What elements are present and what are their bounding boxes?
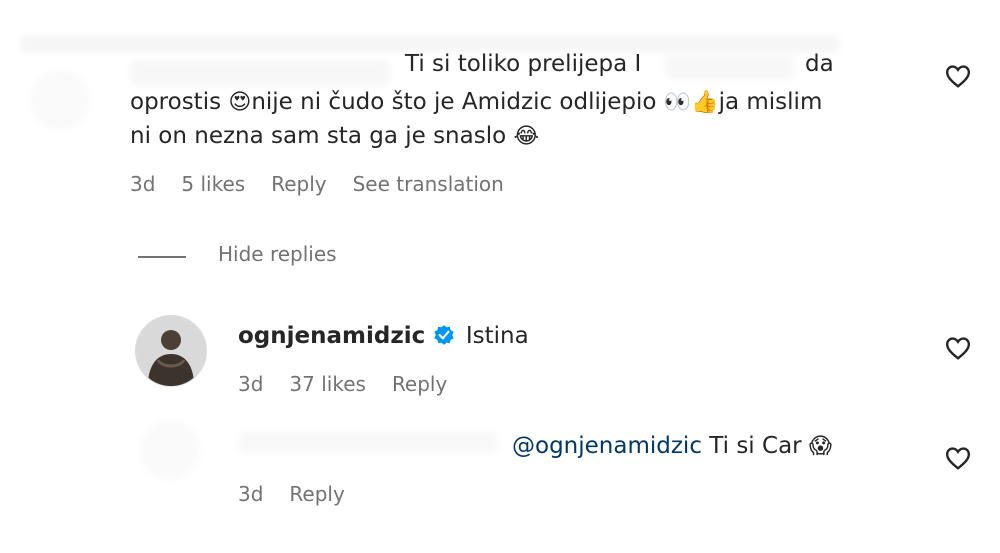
comment-1-line-2: oprostis 😍nije ni čudo što je Amidzic od… bbox=[130, 84, 822, 121]
redacted-name bbox=[665, 55, 795, 79]
redacted-avatar bbox=[140, 420, 200, 480]
comment-1-text-b: nije ni čudo što je Amidzic odlijepio bbox=[251, 89, 657, 115]
reply-2-mention[interactable]: @ognjenamidzic bbox=[512, 433, 702, 459]
comment-1-line-1-tail: da bbox=[805, 46, 834, 82]
comment-1-translate-button[interactable]: See translation bbox=[353, 172, 504, 196]
verified-badge-icon bbox=[433, 325, 454, 345]
reply-1-username[interactable]: ognjenamidzic bbox=[238, 323, 425, 349]
reply-1-text: Istina bbox=[465, 323, 529, 349]
reply-1-meta: 3d 37 likes Reply bbox=[238, 372, 447, 396]
redacted-username bbox=[238, 430, 498, 454]
reply-2-text: Ti si Car bbox=[709, 433, 802, 459]
screaming-emoji: 😱 bbox=[808, 434, 832, 459]
reply-2-reply-button[interactable]: Reply bbox=[289, 482, 344, 506]
avatar[interactable] bbox=[135, 315, 207, 387]
comment-1-time: 3d bbox=[130, 172, 156, 196]
comment-1-tail: da bbox=[805, 51, 834, 77]
comment-1-text-d: ni on nezna sam sta ga je snaslo bbox=[130, 123, 507, 149]
comment-1-reply-button[interactable]: Reply bbox=[271, 172, 326, 196]
hide-replies-label[interactable]: Hide replies bbox=[218, 242, 337, 266]
hide-replies-button[interactable]: Hide replies bbox=[218, 242, 337, 266]
redacted-avatar bbox=[30, 70, 90, 130]
comment-1-line-3: ni on nezna sam sta ga je snaslo 😂 bbox=[130, 118, 539, 155]
reply-1-time: 3d bbox=[238, 372, 264, 396]
reply-2-meta: 3d Reply bbox=[238, 482, 345, 506]
heart-icon[interactable] bbox=[945, 446, 971, 470]
reply-2-body: @ognjenamidzic Ti si Car 😱 bbox=[512, 428, 832, 465]
heart-eyes-emoji: 😍 bbox=[228, 90, 252, 115]
thumbs-up-emoji: 👍 bbox=[691, 90, 719, 115]
comment-1-likes[interactable]: 5 likes bbox=[181, 172, 245, 196]
avatar-image bbox=[136, 316, 206, 386]
heart-icon[interactable] bbox=[945, 64, 971, 88]
reply-1-reply-button[interactable]: Reply bbox=[392, 372, 447, 396]
hide-replies-line bbox=[138, 256, 186, 258]
eyes-emoji: 👀 bbox=[663, 90, 692, 115]
reply-1-likes[interactable]: 37 likes bbox=[289, 372, 366, 396]
redacted-username bbox=[130, 60, 390, 86]
tears-of-joy-emoji: 😂 bbox=[513, 124, 540, 149]
reply-1-body: ognjenamidzic Istina bbox=[238, 318, 529, 354]
reply-2-time: 3d bbox=[238, 482, 264, 506]
comment-1-text-a: oprostis bbox=[130, 89, 222, 115]
comment-1-text-part: Ti si toliko prelijepa I bbox=[405, 51, 642, 77]
comment-1-line-1: Ti si toliko prelijepa I bbox=[405, 46, 641, 82]
comment-1-meta: 3d 5 likes Reply See translation bbox=[130, 172, 504, 196]
heart-icon[interactable] bbox=[945, 336, 971, 360]
comment-1-text-c: ja mislim bbox=[718, 89, 823, 115]
